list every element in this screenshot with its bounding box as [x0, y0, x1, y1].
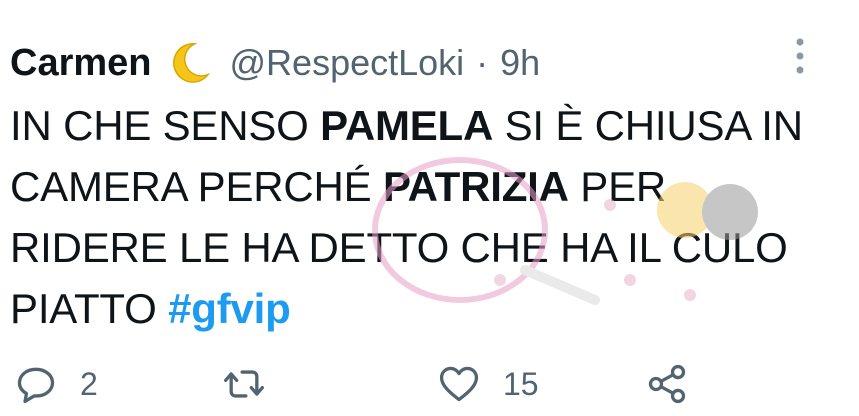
- retweet-icon: [224, 370, 264, 398]
- reply-icon: [17, 367, 55, 404]
- reply-button[interactable]: 2: [14, 362, 98, 406]
- crescent-moon-icon: [166, 40, 212, 86]
- separator-dot: ·: [476, 42, 489, 83]
- author-handle[interactable]: @RespectLoki: [230, 42, 465, 84]
- like-icon: [439, 366, 479, 402]
- action-bar: 2 15: [0, 356, 859, 416]
- author-name[interactable]: Carmen: [10, 42, 152, 85]
- share-button[interactable]: [645, 362, 689, 406]
- timestamp[interactable]: 9h: [500, 42, 540, 84]
- tweet-header: Carmen @RespectLoki · 9h: [10, 36, 540, 90]
- text-bold-name: PATRIZIA: [382, 163, 569, 210]
- tweet-text: IN CHE SENSO PAMELA SI È CHIUSA IN CAMER…: [10, 95, 830, 339]
- more-icon[interactable]: [788, 36, 812, 76]
- like-count: 15: [503, 365, 539, 402]
- text-bold-name: PAMELA: [320, 102, 494, 149]
- share-icon: [648, 364, 686, 404]
- reply-count: 2: [80, 365, 98, 402]
- hashtag-link[interactable]: #gfvip: [168, 285, 291, 332]
- like-button[interactable]: 15: [437, 362, 539, 406]
- text-part: IN CHE SENSO: [10, 102, 321, 149]
- retweet-button[interactable]: [222, 362, 288, 406]
